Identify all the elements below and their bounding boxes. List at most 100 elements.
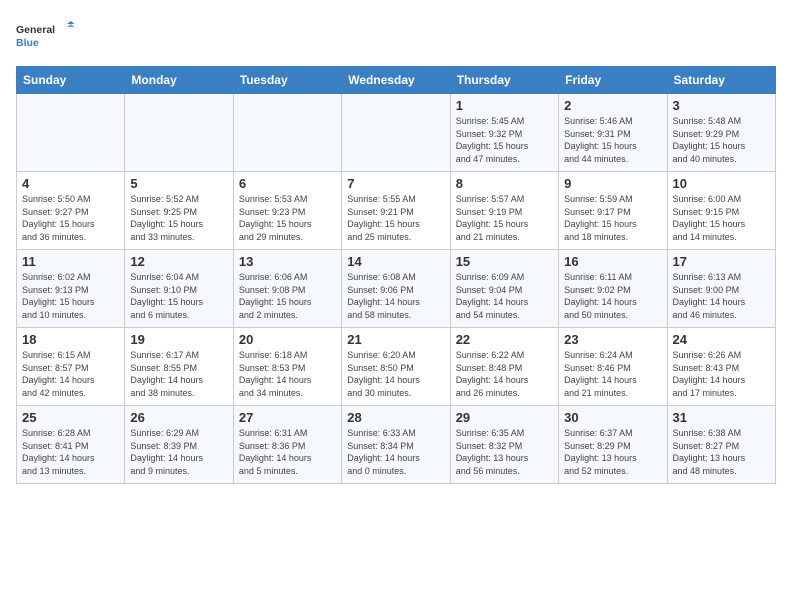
calendar-week-1: 1 Sunrise: 5:45 AM Sunset: 9:32 PM Daylig… [17, 94, 776, 172]
calendar-cell: 31 Sunrise: 6:38 AM Sunset: 8:27 PM Dayli… [667, 406, 775, 484]
day-number: 19 [130, 332, 227, 347]
calendar-cell: 5Sunrise: 5:52 AM Sunset: 9:25 PM Daylig… [125, 172, 233, 250]
calendar-cell: 3 Sunrise: 5:48 AM Sunset: 9:29 PM Daylig… [667, 94, 775, 172]
calendar-body: 1 Sunrise: 5:45 AM Sunset: 9:32 PM Daylig… [17, 94, 776, 484]
calendar-cell: 21 Sunrise: 6:20 AM Sunset: 8:50 PM Dayli… [342, 328, 450, 406]
day-info: Sunrise: 5:48 AM Sunset: 9:29 PM Dayligh… [673, 115, 770, 165]
logo: General Blue [16, 16, 76, 56]
day-number: 8 [456, 176, 553, 191]
day-info: Sunrise: 5:57 AM Sunset: 9:19 PM Dayligh… [456, 193, 553, 243]
day-info: Sunrise: 6:18 AM Sunset: 8:53 PM Dayligh… [239, 349, 336, 399]
day-info: Sunrise: 6:00 AM Sunset: 9:15 PM Dayligh… [673, 193, 770, 243]
day-number: 14 [347, 254, 444, 269]
calendar-cell: 15Sunrise: 6:09 AM Sunset: 9:04 PM Dayli… [450, 250, 558, 328]
header-cell-thursday: Thursday [450, 67, 558, 94]
day-info: Sunrise: 6:29 AM Sunset: 8:39 PM Dayligh… [130, 427, 227, 477]
calendar-cell: 23 Sunrise: 6:24 AM Sunset: 8:46 PM Dayli… [559, 328, 667, 406]
calendar-cell: 12 Sunrise: 6:04 AM Sunset: 9:10 PM Dayli… [125, 250, 233, 328]
header-cell-wednesday: Wednesday [342, 67, 450, 94]
calendar-cell: 14 Sunrise: 6:08 AM Sunset: 9:06 PM Dayli… [342, 250, 450, 328]
calendar-cell: 26 Sunrise: 6:29 AM Sunset: 8:39 PM Dayli… [125, 406, 233, 484]
day-info: Sunrise: 6:04 AM Sunset: 9:10 PM Dayligh… [130, 271, 227, 321]
day-number: 3 [673, 98, 770, 113]
day-info: Sunrise: 6:02 AM Sunset: 9:13 PM Dayligh… [22, 271, 119, 321]
day-info: Sunrise: 6:20 AM Sunset: 8:50 PM Dayligh… [347, 349, 444, 399]
calendar-cell: 13 Sunrise: 6:06 AM Sunset: 9:08 PM Dayli… [233, 250, 341, 328]
calendar-cell: 8 Sunrise: 5:57 AM Sunset: 9:19 PM Daylig… [450, 172, 558, 250]
day-info: Sunrise: 6:22 AM Sunset: 8:48 PM Dayligh… [456, 349, 553, 399]
day-number: 13 [239, 254, 336, 269]
day-info: Sunrise: 6:08 AM Sunset: 9:06 PM Dayligh… [347, 271, 444, 321]
day-info: Sunrise: 6:26 AM Sunset: 8:43 PM Dayligh… [673, 349, 770, 399]
day-info: Sunrise: 5:53 AM Sunset: 9:23 PM Dayligh… [239, 193, 336, 243]
calendar-cell: 25 Sunrise: 6:28 AM Sunset: 8:41 PM Dayli… [17, 406, 125, 484]
svg-text:General: General [16, 24, 55, 36]
day-number: 9 [564, 176, 661, 191]
day-number: 28 [347, 410, 444, 425]
day-info: Sunrise: 5:55 AM Sunset: 9:21 PM Dayligh… [347, 193, 444, 243]
day-number: 11 [22, 254, 119, 269]
calendar-cell: 1 Sunrise: 5:45 AM Sunset: 9:32 PM Daylig… [450, 94, 558, 172]
day-number: 31 [673, 410, 770, 425]
calendar-cell [17, 94, 125, 172]
calendar-cell [125, 94, 233, 172]
day-number: 25 [22, 410, 119, 425]
day-number: 4 [22, 176, 119, 191]
day-info: Sunrise: 6:15 AM Sunset: 8:57 PM Dayligh… [22, 349, 119, 399]
calendar-cell: 19 Sunrise: 6:17 AM Sunset: 8:55 PM Dayli… [125, 328, 233, 406]
day-number: 30 [564, 410, 661, 425]
calendar-week-5: 25 Sunrise: 6:28 AM Sunset: 8:41 PM Dayli… [17, 406, 776, 484]
calendar-cell: 24Sunrise: 6:26 AM Sunset: 8:43 PM Dayli… [667, 328, 775, 406]
calendar-cell: 9Sunrise: 5:59 AM Sunset: 9:17 PM Daylig… [559, 172, 667, 250]
day-number: 21 [347, 332, 444, 347]
day-info: Sunrise: 5:46 AM Sunset: 9:31 PM Dayligh… [564, 115, 661, 165]
calendar-cell: 7 Sunrise: 5:55 AM Sunset: 9:21 PM Daylig… [342, 172, 450, 250]
calendar-table: SundayMondayTuesdayWednesdayThursdayFrid… [16, 66, 776, 484]
calendar-cell: 29Sunrise: 6:35 AM Sunset: 8:32 PM Dayli… [450, 406, 558, 484]
day-info: Sunrise: 5:52 AM Sunset: 9:25 PM Dayligh… [130, 193, 227, 243]
day-number: 22 [456, 332, 553, 347]
day-info: Sunrise: 6:06 AM Sunset: 9:08 PM Dayligh… [239, 271, 336, 321]
header-cell-monday: Monday [125, 67, 233, 94]
day-info: Sunrise: 6:13 AM Sunset: 9:00 PM Dayligh… [673, 271, 770, 321]
day-number: 17 [673, 254, 770, 269]
calendar-week-2: 4Sunrise: 5:50 AM Sunset: 9:27 PM Daylig… [17, 172, 776, 250]
day-info: Sunrise: 6:31 AM Sunset: 8:36 PM Dayligh… [239, 427, 336, 477]
calendar-cell: 6Sunrise: 5:53 AM Sunset: 9:23 PM Daylig… [233, 172, 341, 250]
day-number: 29 [456, 410, 553, 425]
day-number: 16 [564, 254, 661, 269]
day-info: Sunrise: 6:24 AM Sunset: 8:46 PM Dayligh… [564, 349, 661, 399]
calendar-cell: 16 Sunrise: 6:11 AM Sunset: 9:02 PM Dayli… [559, 250, 667, 328]
day-info: Sunrise: 6:33 AM Sunset: 8:34 PM Dayligh… [347, 427, 444, 477]
calendar-cell: 2Sunrise: 5:46 AM Sunset: 9:31 PM Daylig… [559, 94, 667, 172]
day-info: Sunrise: 6:28 AM Sunset: 8:41 PM Dayligh… [22, 427, 119, 477]
calendar-cell: 20 Sunrise: 6:18 AM Sunset: 8:53 PM Dayli… [233, 328, 341, 406]
logo-svg: General Blue [16, 16, 76, 56]
day-number: 10 [673, 176, 770, 191]
day-info: Sunrise: 6:11 AM Sunset: 9:02 PM Dayligh… [564, 271, 661, 321]
calendar-cell: 4Sunrise: 5:50 AM Sunset: 9:27 PM Daylig… [17, 172, 125, 250]
day-info: Sunrise: 6:37 AM Sunset: 8:29 PM Dayligh… [564, 427, 661, 477]
calendar-cell: 28 Sunrise: 6:33 AM Sunset: 8:34 PM Dayli… [342, 406, 450, 484]
header-cell-sunday: Sunday [17, 67, 125, 94]
calendar-cell: 10 Sunrise: 6:00 AM Sunset: 9:15 PM Dayli… [667, 172, 775, 250]
calendar-cell: 18Sunrise: 6:15 AM Sunset: 8:57 PM Dayli… [17, 328, 125, 406]
calendar-cell: 27 Sunrise: 6:31 AM Sunset: 8:36 PM Dayli… [233, 406, 341, 484]
day-info: Sunrise: 6:09 AM Sunset: 9:04 PM Dayligh… [456, 271, 553, 321]
day-number: 26 [130, 410, 227, 425]
day-info: Sunrise: 5:45 AM Sunset: 9:32 PM Dayligh… [456, 115, 553, 165]
day-number: 1 [456, 98, 553, 113]
calendar-week-3: 11 Sunrise: 6:02 AM Sunset: 9:13 PM Dayli… [17, 250, 776, 328]
header-row: SundayMondayTuesdayWednesdayThursdayFrid… [17, 67, 776, 94]
page-header: General Blue [16, 16, 776, 56]
svg-text:Blue: Blue [16, 37, 39, 49]
calendar-header: SundayMondayTuesdayWednesdayThursdayFrid… [17, 67, 776, 94]
calendar-cell: 30 Sunrise: 6:37 AM Sunset: 8:29 PM Dayli… [559, 406, 667, 484]
day-number: 7 [347, 176, 444, 191]
day-number: 20 [239, 332, 336, 347]
day-info: Sunrise: 6:17 AM Sunset: 8:55 PM Dayligh… [130, 349, 227, 399]
day-number: 27 [239, 410, 336, 425]
day-number: 12 [130, 254, 227, 269]
day-info: Sunrise: 6:38 AM Sunset: 8:27 PM Dayligh… [673, 427, 770, 477]
day-number: 23 [564, 332, 661, 347]
